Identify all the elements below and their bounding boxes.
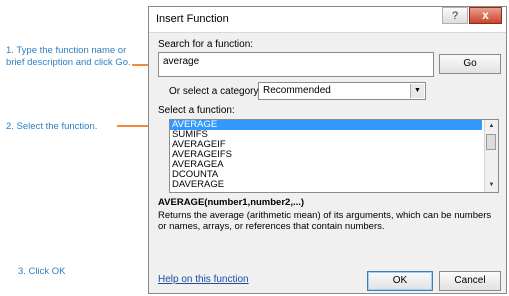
go-button[interactable]: Go [439, 54, 501, 74]
category-label: Or select a category: [169, 86, 262, 97]
function-list[interactable]: AVERAGE SUMIFS AVERAGEIF AVERAGEIFS AVER… [169, 119, 499, 193]
list-item[interactable]: DAVERAGE [170, 180, 498, 190]
help-icon[interactable]: ? [442, 7, 468, 24]
annotation-step-2: 2. Select the function. [6, 121, 98, 132]
scroll-thumb[interactable] [486, 134, 496, 150]
function-description: Returns the average (arithmetic mean) of… [158, 210, 492, 232]
insert-function-dialog: Insert Function ? x Search for a functio… [148, 6, 507, 294]
list-item[interactable]: AVERAGE [170, 120, 482, 130]
ok-button[interactable]: OK [367, 271, 433, 291]
annotation-step-1: 1. Type the function name or brief descr… [6, 45, 131, 68]
help-link[interactable]: Help on this function [158, 274, 249, 285]
title-bar: Insert Function ? x [149, 7, 506, 33]
scroll-up-icon[interactable]: ▲ [485, 120, 498, 133]
list-item[interactable]: AVERAGEA [170, 160, 498, 170]
search-label: Search for a function: [158, 39, 254, 50]
scroll-down-icon[interactable]: ▼ [485, 179, 498, 192]
function-signature: AVERAGE(number1,number2,...) [158, 197, 305, 208]
list-scrollbar[interactable]: ▲ ▼ [484, 120, 498, 192]
close-icon[interactable]: x [469, 7, 502, 24]
category-value: Recommended [263, 85, 331, 96]
search-input[interactable]: average [158, 52, 434, 77]
select-function-label: Select a function: [158, 105, 235, 116]
chevron-down-icon[interactable]: ▼ [410, 84, 424, 98]
cancel-button[interactable]: Cancel [439, 271, 501, 291]
annotation-step-3: 3. Click OK [18, 266, 66, 277]
category-select[interactable]: Recommended ▼ [258, 82, 426, 100]
dialog-title: Insert Function [156, 13, 229, 25]
